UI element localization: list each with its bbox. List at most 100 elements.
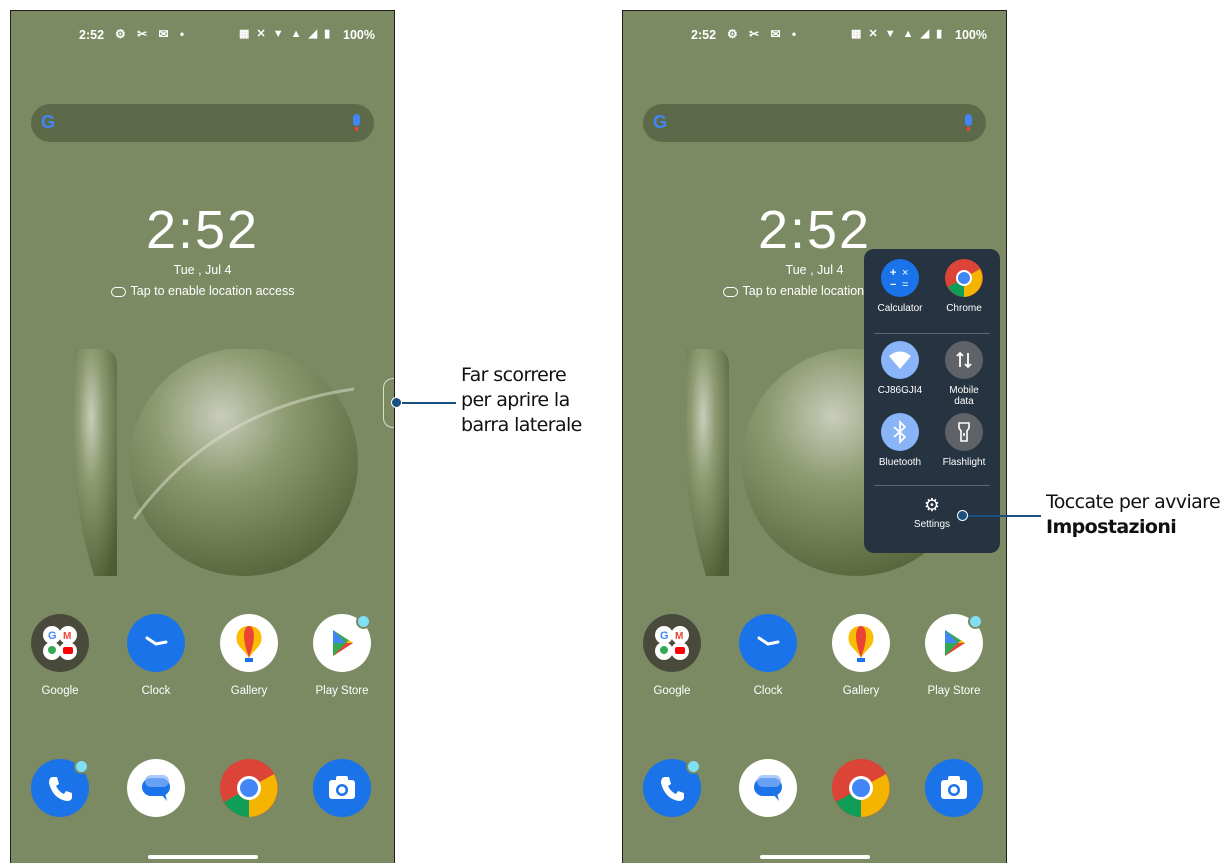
- callout-line: per aprire la: [461, 389, 570, 411]
- app-play-store[interactable]: Play Store: [307, 614, 377, 697]
- toggle-mobile-data[interactable]: Mobile data: [932, 341, 996, 407]
- cloud-icon: [110, 286, 126, 297]
- system-icons: ▦ ✕ ▼ ▲ ◢ ▮: [851, 28, 945, 40]
- app-row: GM Google Clock Gallery Play Store: [623, 614, 1006, 697]
- svg-text:=: =: [902, 279, 908, 291]
- svg-text:M: M: [63, 631, 71, 642]
- play-store-icon: [313, 614, 371, 672]
- phone-screen-left: 2:52 ⚙ ✂ ✉ • ▦ ✕ ▼ ▲ ◢ ▮ 100% G 2:52 Tue…: [10, 10, 395, 863]
- clock-widget-date: Tue , Jul 4: [173, 263, 232, 277]
- app-label: Clock: [141, 685, 171, 697]
- status-time: 2:52: [79, 28, 105, 42]
- toggle-wifi[interactable]: CJ86GJI4: [868, 341, 932, 396]
- callout-line-bold: Impostazioni: [1046, 516, 1177, 538]
- sidebar-app-label: Calculator: [877, 303, 923, 314]
- clock-widget-time[interactable]: 2:52: [11, 199, 394, 261]
- calculator-icon: + × − =: [881, 259, 919, 297]
- toggle-label: CJ86GJI4: [877, 385, 923, 396]
- callout-text-handle: Far scorrere per aprire la barra lateral…: [461, 363, 582, 438]
- camera-icon: [313, 759, 371, 817]
- svg-text:M: M: [675, 631, 683, 642]
- google-search-bar[interactable]: G: [31, 104, 374, 142]
- dock-phone[interactable]: [637, 759, 707, 817]
- dock-camera[interactable]: [307, 759, 377, 817]
- app-clock[interactable]: Clock: [121, 614, 191, 697]
- notification-dot: [356, 614, 371, 629]
- divider: [874, 333, 990, 334]
- gallery-icon: [220, 614, 278, 672]
- battery-percent: 100%: [955, 28, 987, 42]
- dock-camera[interactable]: [919, 759, 989, 817]
- dock-chrome[interactable]: [214, 759, 284, 817]
- app-label: Gallery: [230, 685, 268, 697]
- toggle-label: Bluetooth: [878, 457, 922, 468]
- flashlight-icon: [945, 413, 983, 451]
- callout-line-handle: [402, 402, 456, 404]
- mobile-data-icon: [945, 341, 983, 379]
- divider: [874, 485, 990, 486]
- svg-text:−: −: [890, 279, 896, 291]
- mic-icon[interactable]: [353, 114, 360, 131]
- dock-chrome[interactable]: [826, 759, 896, 817]
- google-search-bar[interactable]: G: [643, 104, 986, 142]
- chrome-icon: [832, 759, 890, 817]
- mic-icon[interactable]: [965, 114, 972, 131]
- messages-icon: [127, 759, 185, 817]
- svg-text:G: G: [48, 630, 57, 642]
- app-google[interactable]: GM Google: [637, 614, 707, 697]
- phone-icon: [31, 759, 89, 817]
- notification-icons: ⚙ ✂ ✉ •: [115, 27, 189, 41]
- system-icons: ▦ ✕ ▼ ▲ ◢ ▮: [239, 28, 333, 40]
- dock: [623, 759, 1006, 839]
- dock: [11, 759, 394, 839]
- gesture-nav-bar[interactable]: [760, 855, 870, 859]
- clock-icon: [739, 614, 797, 672]
- location-prompt[interactable]: Tap to enable location access: [11, 284, 394, 298]
- google-folder-icon: GM: [643, 614, 701, 672]
- app-label: Play Store: [927, 685, 981, 697]
- toggle-label: Flashlight: [942, 457, 986, 468]
- google-g-icon: G: [41, 112, 56, 132]
- app-google[interactable]: GM Google: [25, 614, 95, 697]
- app-row: GM Google Clock Gallery Play Store: [11, 614, 394, 697]
- gesture-nav-bar[interactable]: [148, 855, 258, 859]
- app-gallery[interactable]: Gallery: [826, 614, 896, 697]
- toggle-bluetooth[interactable]: Bluetooth: [868, 413, 932, 468]
- battery-percent: 100%: [343, 28, 375, 42]
- app-label: Google: [653, 685, 691, 697]
- location-prompt-text: Tap to enable location access: [130, 284, 295, 298]
- notification-dot: [74, 759, 89, 774]
- callout-dot-settings: [957, 510, 968, 521]
- app-label: Gallery: [842, 685, 880, 697]
- app-play-store[interactable]: Play Store: [919, 614, 989, 697]
- app-label: Google: [41, 685, 79, 697]
- callout-dot-handle: [391, 397, 402, 408]
- app-label: Play Store: [315, 685, 369, 697]
- messages-icon: [739, 759, 797, 817]
- dock-messages[interactable]: [121, 759, 191, 817]
- notification-icons: ⚙ ✂ ✉ •: [727, 27, 801, 41]
- app-gallery[interactable]: Gallery: [214, 614, 284, 697]
- toggle-flashlight[interactable]: Flashlight: [932, 413, 996, 468]
- app-clock[interactable]: Clock: [733, 614, 803, 697]
- callout-text-settings: Toccate per avviare Impostazioni: [1046, 490, 1221, 540]
- wifi-icon: [881, 341, 919, 379]
- callout-line-settings: [968, 515, 1041, 517]
- sidebar-app-label: Chrome: [946, 303, 982, 314]
- sidebar-app-calculator[interactable]: + × − = Calculator: [868, 259, 932, 314]
- chrome-icon: [945, 259, 983, 297]
- google-g-icon: G: [653, 112, 668, 132]
- notification-dot: [686, 759, 701, 774]
- settings-label[interactable]: Settings: [864, 519, 1000, 530]
- svg-text:G: G: [660, 630, 669, 642]
- status-bar: 2:52 ⚙ ✂ ✉ • ▦ ✕ ▼ ▲ ◢ ▮ 100%: [11, 25, 394, 45]
- svg-text:+: +: [890, 267, 896, 279]
- camera-icon: [925, 759, 983, 817]
- dock-messages[interactable]: [733, 759, 803, 817]
- phone-screen-right: 2:52 ⚙ ✂ ✉ • ▦ ✕ ▼ ▲ ◢ ▮ 100% G 2:52 Tue…: [622, 10, 1007, 863]
- callout-line: barra laterale: [461, 414, 582, 436]
- sidebar-app-chrome[interactable]: Chrome: [932, 259, 996, 314]
- notification-dot: [968, 614, 983, 629]
- gear-icon[interactable]: ⚙: [921, 495, 943, 516]
- dock-phone[interactable]: [25, 759, 95, 817]
